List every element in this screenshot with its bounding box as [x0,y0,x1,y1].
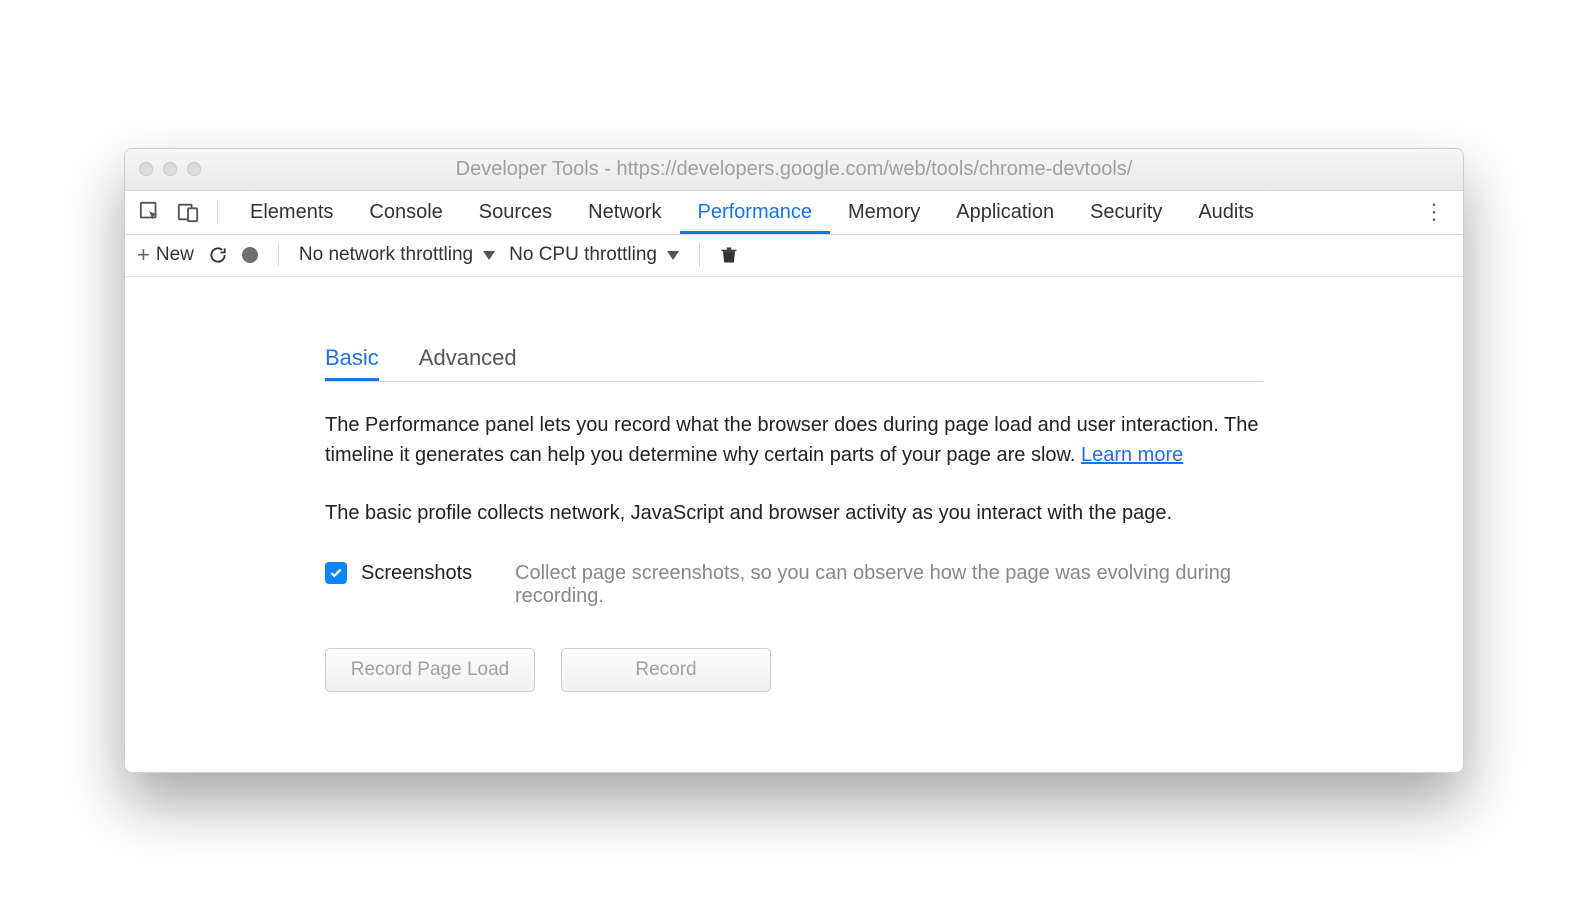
chevron-down-icon [667,251,679,260]
window-title: Developer Tools - https://developers.goo… [125,158,1463,181]
new-recording-button[interactable]: + New [137,242,194,268]
delete-icon[interactable] [720,245,738,265]
panel-intro: The Performance panel lets you record wh… [325,410,1263,470]
network-throttle-label: No network throttling [299,244,473,266]
sub-tab-advanced[interactable]: Advanced [419,337,517,381]
new-label: New [156,244,194,266]
panel-tabs: Elements Console Sources Network Perform… [232,191,1407,234]
minimize-window-button[interactable] [163,162,177,176]
reload-icon[interactable] [208,245,228,265]
tab-audits[interactable]: Audits [1180,191,1272,234]
sub-tab-basic[interactable]: Basic [325,337,379,381]
tab-console[interactable]: Console [351,191,460,234]
separator [699,243,700,267]
separator [278,243,279,267]
network-throttle-dropdown[interactable]: No network throttling [299,244,495,266]
inspect-element-icon[interactable] [135,197,165,227]
tab-application[interactable]: Application [938,191,1072,234]
traffic-lights [139,162,201,176]
record-button[interactable]: Record [561,648,771,692]
close-window-button[interactable] [139,162,153,176]
performance-toolbar: + New No network throttling No CPU throt… [125,235,1463,277]
tab-elements[interactable]: Elements [232,191,351,234]
profile-mode-tabs: Basic Advanced [325,337,1263,382]
cpu-throttle-dropdown[interactable]: No CPU throttling [509,244,679,266]
devtools-window: Developer Tools - https://developers.goo… [124,148,1464,773]
window-titlebar: Developer Tools - https://developers.goo… [125,149,1463,191]
basic-description: The basic profile collects network, Java… [325,498,1263,528]
zoom-window-button[interactable] [187,162,201,176]
performance-panel-content: Basic Advanced The Performance panel let… [125,277,1463,772]
record-page-load-button[interactable]: Record Page Load [325,648,535,692]
plus-icon: + [137,242,150,268]
devtools-tabbar: Elements Console Sources Network Perform… [125,191,1463,235]
tab-performance[interactable]: Performance [680,191,831,234]
record-buttons: Record Page Load Record [325,648,1263,692]
screenshots-checkbox[interactable] [325,562,347,584]
tab-memory[interactable]: Memory [830,191,938,234]
cpu-throttle-label: No CPU throttling [509,244,657,266]
separator [217,200,218,224]
chevron-down-icon [483,251,495,260]
screenshots-label: Screenshots [361,562,501,585]
device-toolbar-icon[interactable] [173,197,203,227]
tab-security[interactable]: Security [1072,191,1180,234]
more-options-icon[interactable]: ⋮ [1415,199,1453,225]
tab-network[interactable]: Network [570,191,679,234]
screenshots-description: Collect page screenshots, so you can obs… [515,562,1263,608]
record-indicator-icon[interactable] [242,247,258,263]
learn-more-link[interactable]: Learn more [1081,444,1183,466]
tab-sources[interactable]: Sources [461,191,570,234]
screenshots-option: Screenshots Collect page screenshots, so… [325,562,1263,608]
